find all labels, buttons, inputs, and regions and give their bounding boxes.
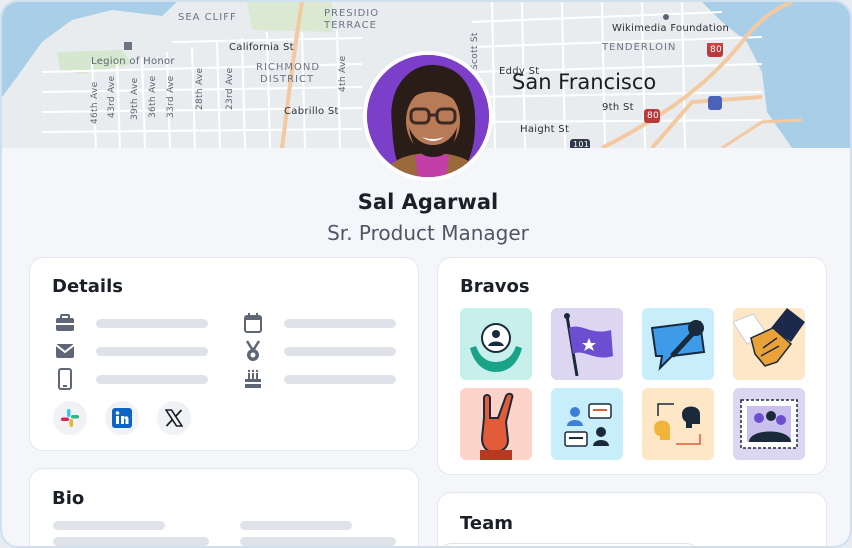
bravo-hands-support[interactable]	[460, 308, 532, 380]
bio-placeholder-bar	[240, 537, 396, 546]
bravo-microphone[interactable]	[642, 308, 714, 380]
hands-support-icon	[470, 323, 522, 372]
mail-icon	[54, 340, 76, 362]
detail-row-email	[54, 340, 208, 362]
x-icon	[165, 409, 183, 427]
briefcase-icon	[54, 312, 76, 334]
map-label-scott-st: Scott St	[470, 32, 480, 70]
detail-placeholder-bar	[284, 374, 396, 384]
slack-icon	[61, 409, 79, 427]
profile-name: Sal Agarwal	[357, 190, 499, 214]
map-label-hwy-80: 80	[710, 45, 723, 55]
poi-marker-icon	[663, 14, 669, 20]
bravo-rock-hand[interactable]	[460, 388, 532, 460]
map-label-43rd-ave: 43rd Ave	[107, 75, 117, 118]
map-label-4th-ave: 4th Ave	[338, 55, 348, 92]
map-label-richmond: RICHMOND	[256, 62, 321, 73]
map-label-tenderloin: TENDERLOIN	[602, 42, 677, 53]
map-label-36th-ave: 36th Ave	[148, 75, 158, 118]
ideas-exchange-icon	[654, 403, 701, 445]
detail-row-birthday	[242, 368, 396, 390]
map-label-haight-st: Haight St	[520, 124, 570, 135]
team-title: Team	[460, 513, 513, 534]
bravo-group-photo[interactable]	[733, 388, 805, 460]
linkedin-button[interactable]	[105, 401, 139, 435]
map-label-28th-ave: 28th Ave	[195, 67, 205, 110]
map-label-sea-cliff: SEA CLIFF	[178, 12, 237, 23]
detail-row-start-date	[242, 312, 396, 334]
bio-placeholder-bar	[53, 537, 209, 546]
calendar-icon	[242, 312, 264, 334]
profile-window: SEA CLIFF PRESIDIO TERRACE Wikimedia Fou…	[0, 0, 852, 548]
detail-row-work	[54, 312, 208, 334]
bravo-purple-flag[interactable]	[551, 308, 623, 380]
group-photo-icon	[740, 399, 798, 449]
details-card: Details	[29, 257, 419, 451]
bravo-handshake[interactable]	[733, 308, 805, 380]
map-label-46th-ave: 46th Ave	[90, 81, 100, 124]
map-label-presidio: PRESIDIO	[324, 8, 380, 19]
detail-placeholder-bar	[284, 346, 396, 356]
map-label-wikimedia: Wikimedia Foundation	[612, 23, 730, 34]
map-label-39th-ave: 39th Ave	[130, 77, 140, 120]
linkedin-icon	[112, 408, 132, 428]
bio-card: Bio	[29, 468, 419, 546]
map-label-9th-st: 9th St	[602, 102, 634, 113]
team-member-pill[interactable]	[438, 543, 700, 546]
birthday-cake-icon	[242, 368, 264, 390]
transit-icon	[708, 96, 722, 110]
bio-placeholder-bar	[240, 521, 352, 530]
map-label-eddy-st: Eddy St	[499, 66, 540, 77]
map-label-23rd-ave: 23rd Ave	[225, 67, 235, 110]
map-label-hwy-80-south: 80	[647, 111, 660, 121]
team-chat-icon	[564, 403, 612, 447]
bio-title: Bio	[52, 488, 85, 509]
detail-placeholder-bar	[96, 374, 208, 384]
map-label-legion-of-honor: Legion of Honor	[91, 56, 175, 67]
x-button[interactable]	[157, 401, 191, 435]
map-label-hwy-101: 101	[573, 140, 590, 148]
museum-icon	[124, 42, 132, 50]
detail-row-phone	[54, 368, 208, 390]
map-label-cabrillo-st: Cabrillo St	[284, 106, 339, 117]
profile-job-title: Sr. Product Manager	[327, 221, 529, 245]
bravo-ideas-exchange[interactable]	[642, 388, 714, 460]
avatar-photo	[367, 55, 489, 177]
microphone-icon	[650, 320, 706, 371]
bravo-team-chat[interactable]	[551, 388, 623, 460]
map-label-terrace: TERRACE	[324, 20, 377, 31]
bravos-card: Bravos	[437, 257, 827, 475]
avatar[interactable]	[363, 51, 493, 181]
detail-placeholder-bar	[96, 318, 208, 328]
details-title: Details	[52, 276, 123, 297]
bio-placeholder-bar	[53, 521, 165, 530]
team-card: Team	[437, 492, 827, 546]
rock-hand-icon	[480, 392, 514, 460]
slack-button[interactable]	[53, 401, 87, 435]
map-label-33rd-ave: 33rd Ave	[166, 75, 176, 118]
map-label-district: DISTRICT	[260, 74, 315, 85]
handshake-icon	[733, 308, 805, 367]
purple-flag-icon	[564, 313, 613, 377]
detail-placeholder-bar	[284, 318, 396, 328]
bravos-title: Bravos	[460, 276, 530, 297]
phone-icon	[54, 368, 76, 390]
award-icon	[242, 340, 264, 362]
detail-placeholder-bar	[96, 346, 208, 356]
detail-row-awards	[242, 340, 396, 362]
map-label-california-st: California St	[229, 42, 294, 53]
